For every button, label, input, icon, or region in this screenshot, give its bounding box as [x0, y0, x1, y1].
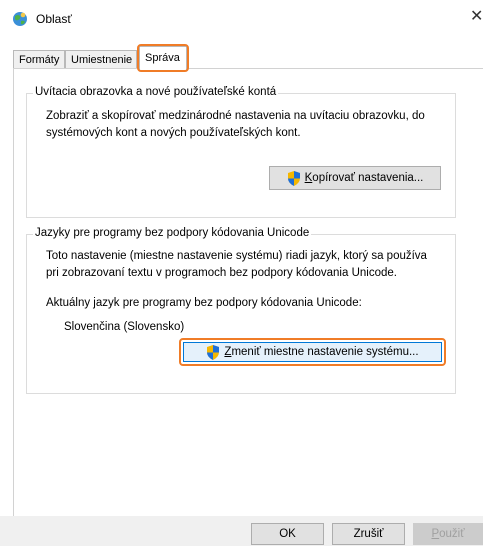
- uac-shield-icon: [287, 170, 300, 186]
- unicode-programs-group: Jazyky pre programy bez podpory kódovani…: [26, 227, 456, 394]
- welcome-description-line2: systémových kont a nových používateľskýc…: [46, 127, 301, 139]
- welcome-screen-group: Uvítacia obrazovka a nové používateľské …: [26, 86, 456, 218]
- apply-label: oužiť: [439, 528, 465, 540]
- tab-location[interactable]: Umiestnenie: [65, 50, 137, 68]
- change-locale-mnemonic: Z: [224, 346, 232, 358]
- tab-administrative[interactable]: Správa: [137, 44, 189, 72]
- copy-settings-button[interactable]: Kopírovať nastavenia...: [269, 166, 441, 190]
- globe-icon: [13, 12, 27, 26]
- ok-button[interactable]: OK: [251, 523, 324, 545]
- copy-settings-label: opírovať nastavenia...: [312, 172, 424, 184]
- close-icon[interactable]: ✕: [470, 8, 483, 26]
- current-language-value: Slovenčina (Slovensko): [64, 321, 185, 333]
- tab-formats[interactable]: Formáty: [13, 50, 65, 68]
- window-title: Oblasť: [36, 12, 72, 26]
- change-system-locale-button[interactable]: Zmeniť miestne nastavenie systému...: [179, 338, 446, 366]
- button-face: Zmeniť miestne nastavenie systému...: [183, 342, 442, 362]
- title-bar: Oblasť ✕: [0, 0, 483, 36]
- apply-mnemonic: P: [431, 528, 440, 540]
- dialog-button-bar: OK Zrušiť Použiť: [0, 516, 483, 546]
- current-language-label: Aktuálny jazyk pre programy bez podpory …: [46, 297, 362, 309]
- uac-shield-icon: [207, 344, 220, 360]
- unicode-description-line1: Toto nastavenie (miestne nastavenie syst…: [46, 250, 427, 262]
- change-locale-label: meniť miestne nastavenie systému...: [231, 346, 419, 358]
- ok-label: OK: [279, 528, 296, 540]
- cancel-button[interactable]: Zrušiť: [332, 523, 405, 545]
- apply-button[interactable]: Použiť: [413, 523, 483, 545]
- group-title: Jazyky pre programy bez podpory kódovani…: [33, 227, 312, 239]
- unicode-description-line2: pri zobrazovaní textu v programoch bez p…: [46, 267, 397, 279]
- cancel-label: Zrušiť: [353, 528, 384, 540]
- welcome-description-line1: Zobraziť a skopírovať medzinárodné nasta…: [46, 110, 425, 122]
- highlight-outline: [137, 44, 189, 72]
- copy-settings-mnemonic: K: [304, 172, 313, 184]
- group-title: Uvítacia obrazovka a nové používateľské …: [33, 86, 279, 98]
- tab-label: Formáty: [19, 54, 60, 66]
- tab-label: Umiestnenie: [71, 54, 133, 66]
